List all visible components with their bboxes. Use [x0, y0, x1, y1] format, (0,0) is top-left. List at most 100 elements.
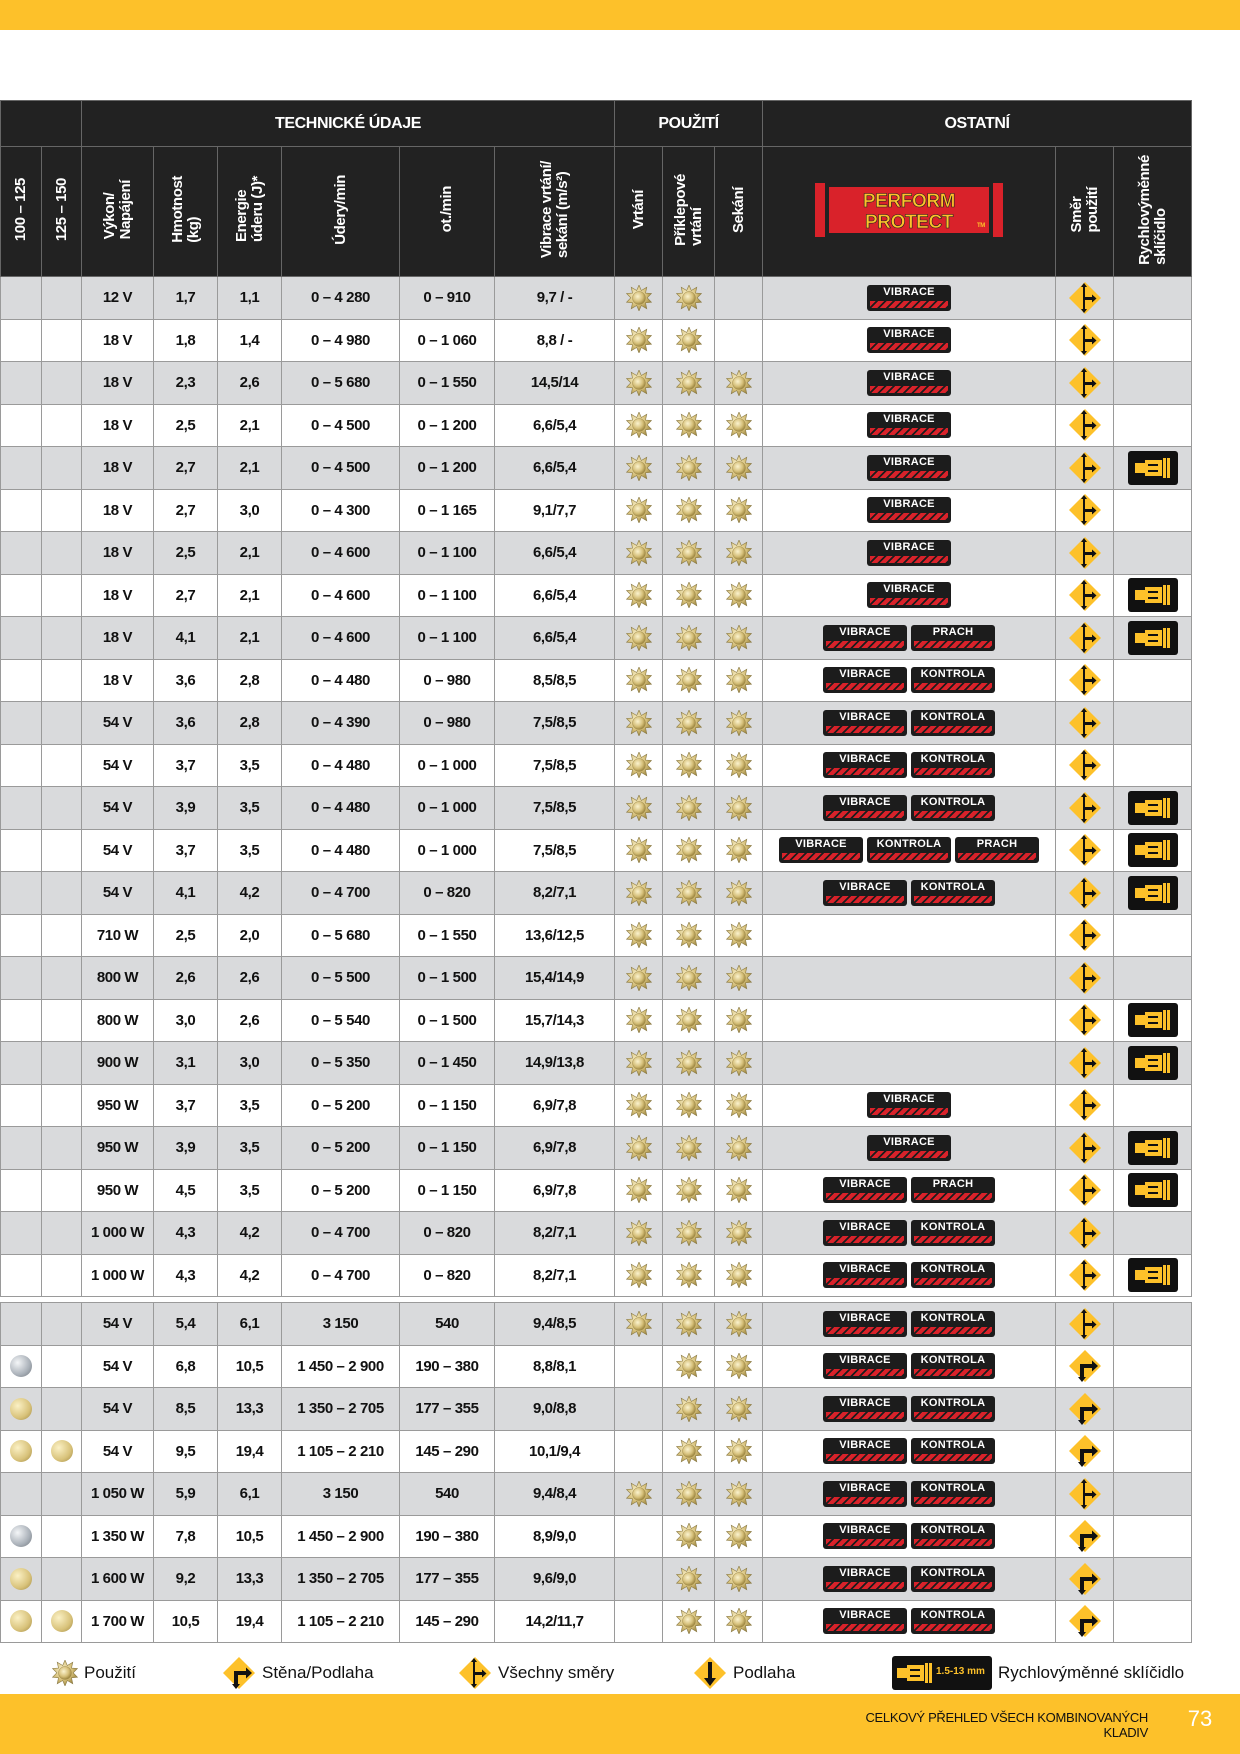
table-row: 18 V 3,6 2,8 0 – 4 480 0 – 980 8,5/8,5 VIBRACE…	[0, 658, 1193, 702]
badge-text: VIBRACE	[839, 1178, 891, 1191]
badge-stripe	[826, 1326, 905, 1334]
cell-direction	[1055, 1514, 1115, 1558]
badge-stripe	[826, 1581, 905, 1589]
all-directions-icon	[1068, 1216, 1101, 1249]
cell-hammer-drilling	[662, 956, 716, 1000]
chuck-icon	[1127, 790, 1178, 825]
sun-icon	[625, 964, 652, 991]
cell-chiseling	[714, 403, 764, 447]
cell-chuck	[1113, 1429, 1193, 1473]
col-rpm: ot./min	[399, 146, 495, 277]
sun-icon	[625, 369, 652, 396]
perform-protect-logo: PERFORM PROTECT TM	[809, 178, 1010, 241]
sun-icon	[725, 922, 752, 949]
badge-stripe	[914, 640, 993, 648]
cell-chuck	[1113, 1211, 1193, 1255]
badge-text: VIBRACE	[883, 285, 935, 298]
cell-125-150	[41, 1599, 82, 1643]
cell-125-150	[41, 1083, 82, 1127]
cell-rpm: 0 – 1 000	[399, 828, 495, 872]
cell-rpm: 0 – 1 165	[399, 488, 495, 532]
badge-text: KONTROLA	[920, 1263, 986, 1276]
cell-vibration: 9,0/8,8	[493, 1387, 616, 1431]
sun-icon	[675, 327, 702, 354]
sun-icon	[625, 497, 652, 524]
cell-weight: 3,0	[153, 998, 218, 1042]
cell-weight: 3,9	[153, 786, 218, 830]
cell-125-150	[41, 403, 82, 447]
cell-125-150	[41, 361, 82, 405]
sun-icon	[725, 369, 752, 396]
cell-power: 800 W	[81, 956, 154, 1000]
cell-hammer-drilling	[662, 446, 716, 490]
cell-bpm: 1 350 – 2 705	[281, 1387, 400, 1431]
table-row: 800 W 2,6 2,6 0 – 5 500 0 – 1 500 15,4/14,9	[0, 956, 1193, 1000]
legend-floor-text: Podlaha	[733, 1663, 796, 1682]
badge-kontrola: KONTROLA	[911, 1608, 996, 1635]
cell-bpm: 0 – 4 600	[281, 616, 400, 660]
cell-hammer-drilling	[662, 743, 716, 787]
cell-vibration: 8,8 / -	[493, 318, 616, 362]
legend-chuck-text: Rychlovýměnné sklíčidlo	[998, 1663, 1185, 1682]
badge-stripe	[826, 683, 905, 691]
table-row: 18 V 2,5 2,1 0 – 4 600 0 – 1 100 6,6/5,4 VIBRA…	[0, 531, 1193, 575]
badge-text: PRACH	[932, 625, 974, 638]
cell-perform-protect: VIBRACE	[762, 318, 1057, 362]
all-directions-icon	[1068, 494, 1101, 527]
cell-bpm: 1 350 – 2 705	[281, 1557, 400, 1601]
cell-vibration: 8,2/7,1	[493, 1211, 616, 1255]
cell-power: 1 050 W	[81, 1472, 154, 1516]
cell-chiseling	[714, 871, 764, 915]
cell-rpm: 0 – 1 150	[399, 1168, 495, 1212]
table-row: 54 V 8,5 13,3 1 350 – 2 705 177 – 355 9,0/8,8…	[0, 1387, 1193, 1431]
cell-bpm: 0 – 4 480	[281, 786, 400, 830]
cell-hammer-drilling	[662, 361, 716, 405]
cell-100-125	[0, 488, 42, 532]
cell-power: 18 V	[81, 403, 154, 447]
badge-vibrace: VIBRACE	[823, 667, 908, 694]
table-row: 54 V 9,5 19,4 1 105 – 2 210 145 – 290 10,1/9,…	[0, 1429, 1193, 1473]
badge-vibrace: VIBRACE	[823, 1395, 908, 1422]
badge-stripe	[914, 1581, 993, 1589]
cell-vibration: 6,6/5,4	[493, 403, 616, 447]
badge-stripe	[826, 640, 905, 648]
cell-power: 54 V	[81, 743, 154, 787]
cell-vibration: 15,4/14,9	[493, 956, 616, 1000]
sun-icon	[625, 1310, 652, 1337]
cell-weight: 2,5	[153, 913, 218, 957]
cell-direction	[1055, 1429, 1115, 1473]
badge-stripe	[826, 895, 905, 903]
cell-125-150	[41, 743, 82, 787]
table-row: 18 V 2,7 3,0 0 – 4 300 0 – 1 165 9,1/7,7 VIBRA…	[0, 488, 1193, 532]
all-directions-icon	[1068, 536, 1101, 569]
cell-rpm: 0 – 820	[399, 871, 495, 915]
cell-drilling	[614, 318, 664, 362]
cell-100-125	[0, 956, 42, 1000]
cell-direction	[1055, 828, 1115, 872]
table-row: 1 600 W 9,2 13,3 1 350 – 2 705 177 – 355 9,6/…	[0, 1557, 1193, 1601]
cell-weight: 10,5	[153, 1599, 218, 1643]
cell-drilling	[614, 1211, 664, 1255]
cell-weight: 9,5	[153, 1429, 218, 1473]
cell-chiseling	[714, 446, 764, 490]
cell-perform-protect	[762, 913, 1057, 957]
cell-power: 54 V	[81, 701, 154, 745]
cell-chiseling	[714, 1429, 764, 1473]
cell-direction	[1055, 361, 1115, 405]
cell-drilling	[614, 1126, 664, 1170]
badge-stripe	[870, 343, 949, 351]
badge-text: VIBRACE	[883, 583, 935, 596]
wall-floor-direction-icon	[1068, 1562, 1101, 1595]
sun-icon	[725, 539, 752, 566]
sun-icon	[675, 1310, 702, 1337]
sun-icon	[675, 1395, 702, 1422]
badge-vibrace: VIBRACE	[867, 454, 952, 481]
cell-drilling	[614, 701, 664, 745]
sun-icon	[725, 1219, 752, 1246]
legend-use: Použití	[52, 1656, 136, 1690]
badge-text: VIBRACE	[883, 413, 935, 426]
badge-text: VIBRACE	[839, 710, 891, 723]
cell-100-125	[0, 871, 42, 915]
cell-chiseling	[714, 276, 764, 320]
cell-rpm: 0 – 1 200	[399, 403, 495, 447]
